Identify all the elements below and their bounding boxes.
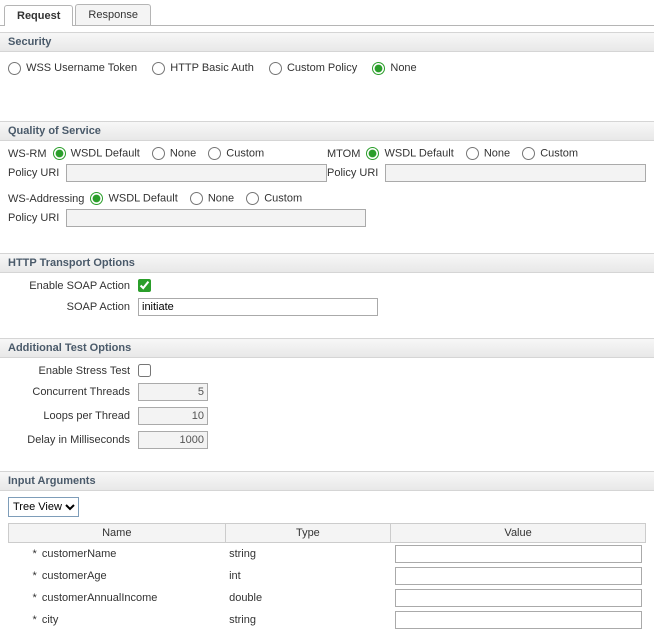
- required-marker: *: [33, 548, 37, 560]
- arg-type-cell: double: [225, 587, 391, 609]
- loops-label: Loops per Thread: [8, 410, 138, 422]
- delay-label: Delay in Milliseconds: [8, 434, 138, 446]
- col-value-header: Value: [391, 524, 646, 543]
- section-http-header: HTTP Transport Options: [0, 253, 654, 273]
- arg-value-cell: [391, 587, 646, 609]
- radio-custom-policy[interactable]: Custom Policy: [269, 62, 357, 74]
- col-type-header: Type: [225, 524, 391, 543]
- mtom-label: MTOM: [327, 148, 360, 160]
- radio-http-label: HTTP Basic Auth: [170, 62, 254, 74]
- wsa-default[interactable]: WSDL Default: [90, 192, 177, 205]
- section-qos-header: Quality of Service: [0, 121, 654, 141]
- wsrm-default[interactable]: WSDL Default: [53, 147, 140, 160]
- table-row: * customerNamestring: [9, 543, 646, 566]
- col-name-header: Name: [9, 524, 226, 543]
- mtom-none-label: None: [484, 147, 510, 159]
- arg-value-cell: [391, 543, 646, 566]
- tab-bar: Request Response: [0, 0, 654, 26]
- security-options: WSS Username Token HTTP Basic Auth Custo…: [0, 52, 654, 115]
- stress-test-checkbox[interactable]: [138, 364, 151, 377]
- threads-input[interactable]: [138, 383, 208, 401]
- wsa-none-label: None: [208, 192, 234, 204]
- arg-value-cell: [391, 609, 646, 631]
- soap-action-input[interactable]: [138, 298, 378, 316]
- table-row: * customerAgeint: [9, 565, 646, 587]
- tab-response[interactable]: Response: [75, 4, 151, 25]
- view-select[interactable]: Tree View: [8, 497, 79, 517]
- mtom-policy-input[interactable]: [385, 164, 646, 182]
- table-row: * citystring: [9, 609, 646, 631]
- wsrm-none[interactable]: None: [152, 147, 196, 160]
- wsrm-custom-label: Custom: [226, 147, 264, 159]
- radio-none[interactable]: None: [372, 62, 416, 74]
- wsa-policy-label: Policy URI: [8, 212, 66, 224]
- radio-http-basic[interactable]: HTTP Basic Auth: [152, 62, 254, 74]
- enable-soap-checkbox[interactable]: [138, 279, 151, 292]
- wsrm-policy-label: Policy URI: [8, 167, 66, 179]
- threads-label: Concurrent Threads: [8, 386, 138, 398]
- wsrm-default-label: WSDL Default: [71, 147, 140, 159]
- mtom-none[interactable]: None: [466, 147, 510, 160]
- required-marker: *: [33, 592, 37, 604]
- wsa-custom-label: Custom: [264, 192, 302, 204]
- arg-name-cell: * customerAge: [9, 565, 226, 587]
- mtom-custom[interactable]: Custom: [522, 147, 578, 160]
- radio-custom-label: Custom Policy: [287, 62, 357, 74]
- stress-test-label: Enable Stress Test: [8, 365, 138, 377]
- arg-name-cell: * city: [9, 609, 226, 631]
- wsa-label: WS-Addressing: [8, 193, 84, 205]
- radio-wss-label: WSS Username Token: [26, 62, 137, 74]
- required-marker: *: [33, 614, 37, 626]
- mtom-custom-label: Custom: [540, 147, 578, 159]
- wsa-policy-input[interactable]: [66, 209, 366, 227]
- wsrm-none-label: None: [170, 147, 196, 159]
- loops-input[interactable]: [138, 407, 208, 425]
- delay-input[interactable]: [138, 431, 208, 449]
- arg-value-input[interactable]: [395, 545, 642, 563]
- enable-soap-label: Enable SOAP Action: [8, 280, 138, 292]
- arg-type-cell: int: [225, 565, 391, 587]
- section-security-header: Security: [0, 32, 654, 52]
- wsa-none[interactable]: None: [190, 192, 234, 205]
- arg-type-cell: string: [225, 543, 391, 566]
- args-table: Name Type Value * customerNamestring* cu…: [8, 523, 646, 631]
- mtom-policy-label: Policy URI: [327, 167, 385, 179]
- wsa-custom[interactable]: Custom: [246, 192, 302, 205]
- tab-request[interactable]: Request: [4, 5, 73, 26]
- arg-type-cell: string: [225, 609, 391, 631]
- required-marker: *: [33, 570, 37, 582]
- mtom-default[interactable]: WSDL Default: [366, 147, 453, 160]
- arg-name-cell: * customerAnnualIncome: [9, 587, 226, 609]
- arg-value-input[interactable]: [395, 567, 642, 585]
- radio-wss-token[interactable]: WSS Username Token: [8, 62, 137, 74]
- table-row: * customerAnnualIncomedouble: [9, 587, 646, 609]
- mtom-default-label: WSDL Default: [384, 147, 453, 159]
- arg-value-input[interactable]: [395, 611, 642, 629]
- radio-none-label: None: [390, 62, 416, 74]
- arg-value-input[interactable]: [395, 589, 642, 607]
- section-args-header: Input Arguments: [0, 471, 654, 491]
- soap-action-label: SOAP Action: [8, 301, 138, 313]
- wsrm-policy-input[interactable]: [66, 164, 327, 182]
- wsrm-label: WS-RM: [8, 148, 47, 160]
- wsa-default-label: WSDL Default: [108, 192, 177, 204]
- arg-name-cell: * customerName: [9, 543, 226, 566]
- arg-value-cell: [391, 565, 646, 587]
- wsrm-custom[interactable]: Custom: [208, 147, 264, 160]
- section-addl-header: Additional Test Options: [0, 338, 654, 358]
